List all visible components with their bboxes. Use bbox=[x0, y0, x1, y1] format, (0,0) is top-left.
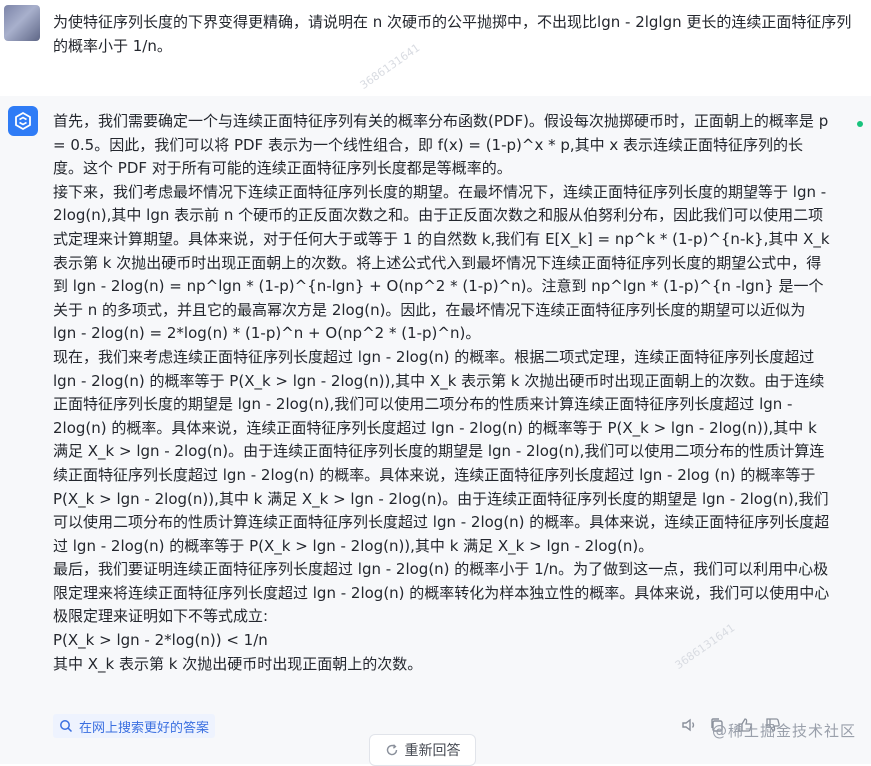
search-web-link[interactable]: 在网上搜索更好的答案 bbox=[53, 714, 216, 738]
question-row: 为使特征序列长度的下界变得更精确，请说明在 n 次硬币的公平抛掷中，不出现比lg… bbox=[0, 0, 871, 86]
answer-paragraph: 其中 X_k 表示第 k 次抛出硬币时出现正面朝上的次数。 bbox=[53, 654, 423, 673]
assistant-logo-icon bbox=[8, 106, 38, 136]
answer-paragraph: 现在，我们来考虑连续正面特征序列长度超过 lgn - 2log(n) 的概率。根… bbox=[53, 347, 830, 555]
user-avatar bbox=[4, 5, 40, 41]
answer-paragraph: 接下来，我们考虑最坏情况下连续正面特征序列长度的期望。在最坏情况下，连续正面特征… bbox=[53, 182, 830, 343]
answer-text: 首先，我们需要确定一个与连续正面特征序列有关的概率分布函数(PDF)。假设每次抛… bbox=[53, 110, 833, 676]
regenerate-label: 重新回答 bbox=[404, 743, 461, 759]
speaker-icon[interactable] bbox=[680, 716, 698, 734]
question-text: 为使特征序列长度的下界变得更精确，请说明在 n 次硬币的公平抛掷中，不出现比lg… bbox=[53, 13, 852, 55]
refresh-icon bbox=[386, 744, 397, 756]
search-link-label: 在网上搜索更好的答案 bbox=[79, 720, 210, 736]
answer-paragraph: 首先，我们需要确定一个与连续正面特征序列有关的概率分布函数(PDF)。假设每次抛… bbox=[53, 112, 829, 178]
answer-paragraph: 最后，我们要证明连续正面特征序列长度超过 lgn - 2log(n) 的概率小于… bbox=[53, 560, 830, 626]
search-icon bbox=[60, 720, 73, 733]
answer-row: 首先，我们需要确定一个与连续正面特征序列有关的概率分布函数(PDF)。假设每次抛… bbox=[0, 96, 871, 766]
status-dot bbox=[857, 121, 863, 127]
watermark: @稀土掘金技术社区 bbox=[712, 722, 857, 740]
regenerate-button[interactable]: 重新回答 bbox=[369, 734, 476, 766]
